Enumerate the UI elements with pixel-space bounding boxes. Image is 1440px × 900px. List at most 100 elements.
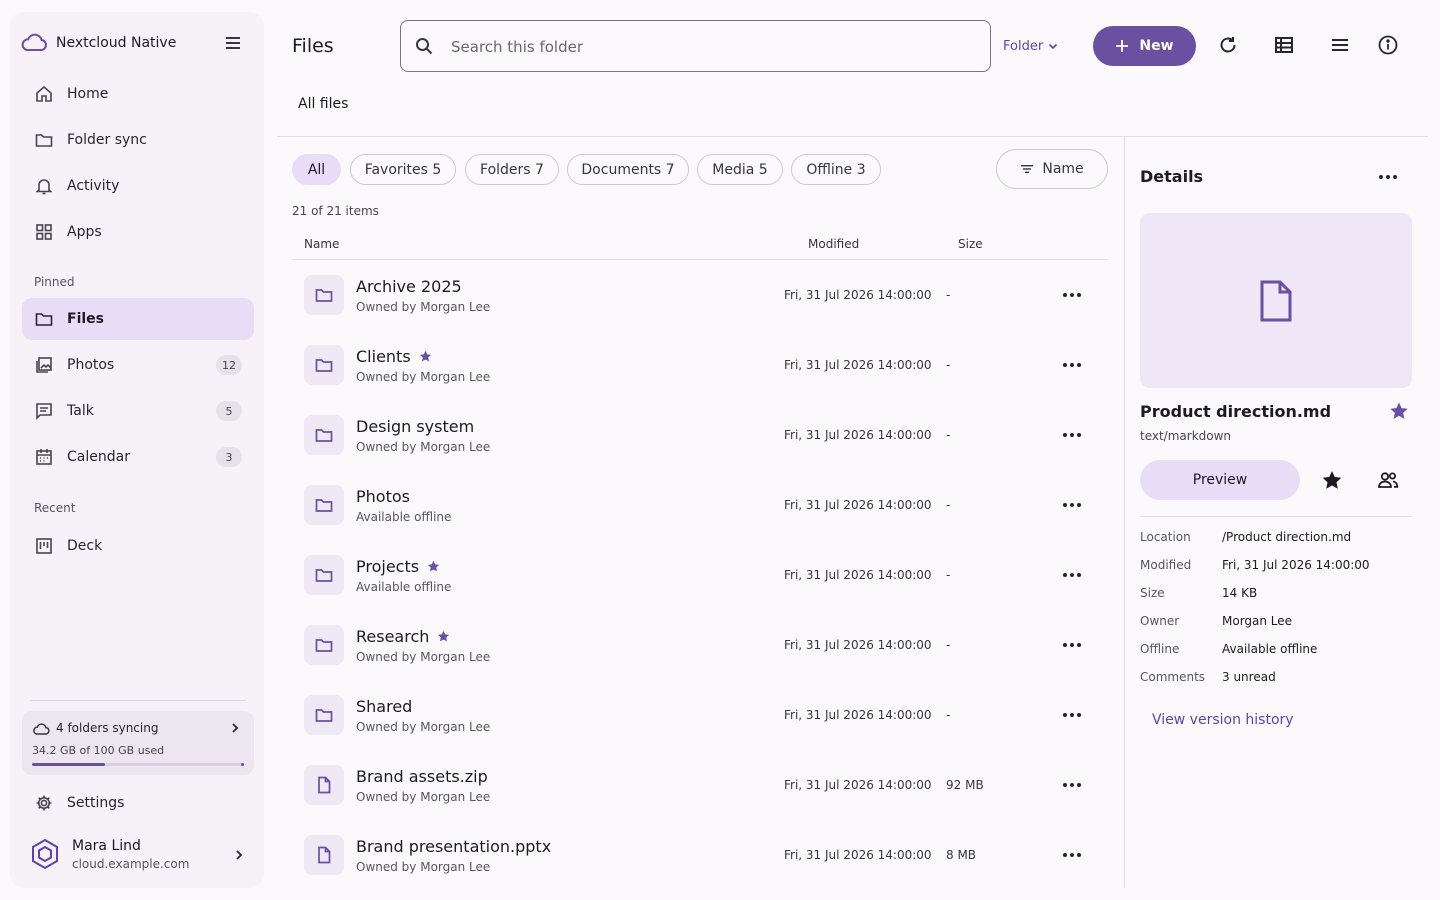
- deck-icon: [34, 536, 54, 556]
- storage-usage-text: 34.2 GB of 100 GB used: [32, 744, 165, 757]
- nav-files[interactable]: Files: [22, 298, 254, 340]
- nav-label: Calendar: [67, 449, 130, 465]
- nav-apps[interactable]: Apps: [22, 211, 254, 253]
- refresh-icon[interactable]: [1217, 34, 1239, 56]
- sync-status-card[interactable]: 4 folders syncing 34.2 GB of 100 GB used: [22, 711, 254, 775]
- settings-link[interactable]: Settings: [22, 782, 254, 824]
- nav-activity[interactable]: Activity: [22, 165, 254, 207]
- file-name: Brand assets.zip: [356, 767, 488, 786]
- file-subtitle: Owned by Morgan Lee: [356, 370, 491, 384]
- filter-chip-favorites[interactable]: Favorites 5: [350, 154, 456, 185]
- table-row[interactable]: Shared Owned by Morgan Lee Fri, 31 Jul 202…: [292, 680, 1108, 750]
- file-size: -: [946, 428, 951, 442]
- file-preview-thumbnail: [1140, 213, 1412, 388]
- nav-label: Home: [67, 86, 109, 102]
- photos-count-badge: 12: [216, 355, 242, 375]
- filter-chip-documents[interactable]: Documents 7: [567, 154, 689, 185]
- folder-icon: [304, 555, 344, 595]
- gear-icon: [34, 793, 54, 813]
- file-size: -: [946, 288, 951, 302]
- file-name: Photos: [356, 487, 410, 506]
- version-history-link[interactable]: View version history: [1152, 712, 1294, 728]
- account-switcher[interactable]: Mara Lind cloud.example.com: [22, 832, 254, 880]
- table-row[interactable]: Clients Owned by Morgan Lee Fri, 31 Jul 20…: [292, 330, 1108, 400]
- file-size: -: [946, 638, 951, 652]
- file-modified: Fri, 31 Jul 2026 14:00:00: [784, 568, 932, 582]
- more-options-icon[interactable]: [1376, 166, 1400, 188]
- more-options-icon[interactable]: [1060, 564, 1084, 586]
- new-button[interactable]: New: [1093, 26, 1196, 66]
- file-name-cell: Clients: [356, 347, 432, 366]
- file-subtitle: Available offline: [356, 510, 452, 524]
- table-row[interactable]: Archive 2025 Owned by Morgan Lee Fri, 31 J…: [292, 260, 1108, 330]
- filter-chip-all[interactable]: All: [292, 154, 341, 185]
- search-scope-dropdown[interactable]: Folder: [1003, 34, 1059, 58]
- table-row[interactable]: Brand assets.zip Owned by Morgan Lee Fri, …: [292, 750, 1108, 820]
- more-options-icon[interactable]: [1060, 774, 1084, 796]
- nav-folder-sync[interactable]: Folder sync: [22, 119, 254, 161]
- list-view-icon[interactable]: [1329, 34, 1351, 56]
- page-title: Files: [292, 35, 334, 57]
- table-row[interactable]: Research Owned by Morgan Lee Fri, 31 Jul 2…: [292, 610, 1108, 680]
- favorite-star-icon[interactable]: [1389, 401, 1409, 421]
- table-view-icon[interactable]: [1273, 34, 1295, 56]
- folder-icon: [304, 345, 344, 385]
- nav-label: Apps: [67, 224, 102, 240]
- more-options-icon[interactable]: [1060, 354, 1084, 376]
- more-options-icon[interactable]: [1060, 424, 1084, 446]
- file-name: Clients: [356, 347, 411, 366]
- filter-chip-folders[interactable]: Folders 7: [465, 154, 559, 185]
- more-options-icon[interactable]: [1060, 704, 1084, 726]
- sort-label: Name: [1042, 161, 1084, 177]
- more-options-icon[interactable]: [1060, 844, 1084, 866]
- file-size: -: [946, 708, 951, 722]
- table-row[interactable]: Design system Owned by Morgan Lee Fri, 31 …: [292, 400, 1108, 470]
- chat-icon: [34, 401, 54, 421]
- filter-chip-offline[interactable]: Offline 3: [791, 154, 881, 185]
- table-row[interactable]: Projects Available offline Fri, 31 Jul 202…: [292, 540, 1108, 610]
- more-options-icon[interactable]: [1060, 634, 1084, 656]
- info-icon[interactable]: [1377, 34, 1399, 56]
- file-subtitle: Owned by Morgan Lee: [356, 300, 491, 314]
- file-modified: Fri, 31 Jul 2026 14:00:00: [784, 358, 932, 372]
- file-name-cell: Archive 2025: [356, 277, 462, 296]
- search-box[interactable]: [400, 20, 991, 72]
- nav-talk[interactable]: Talk 5: [22, 390, 254, 432]
- nav-home[interactable]: Home: [22, 73, 254, 115]
- hamburger-menu-icon[interactable]: [222, 32, 244, 54]
- column-header-modified[interactable]: Modified: [808, 237, 859, 251]
- column-header-size[interactable]: Size: [958, 237, 983, 251]
- nav-label: Files: [67, 311, 104, 327]
- nav-label: Talk: [67, 403, 94, 419]
- nav-calendar[interactable]: Calendar 3: [22, 436, 254, 478]
- filter-chip-media[interactable]: Media 5: [697, 154, 783, 185]
- sync-status-text: 4 folders syncing: [56, 721, 159, 735]
- table-row[interactable]: Photos Available offline Fri, 31 Jul 2026 …: [292, 470, 1108, 540]
- pinned-heading: Pinned: [34, 275, 75, 289]
- file-subtitle: Available offline: [356, 580, 452, 594]
- avatar: [30, 838, 60, 870]
- nav-photos[interactable]: Photos 12: [22, 344, 254, 386]
- sort-button[interactable]: Name: [996, 149, 1108, 189]
- file-name: Projects: [356, 557, 420, 576]
- share-people-icon[interactable]: [1377, 469, 1399, 491]
- search-input[interactable]: [451, 35, 971, 59]
- more-options-icon[interactable]: [1060, 494, 1084, 516]
- column-header-name[interactable]: Name: [304, 237, 339, 251]
- details-file-name: Product direction.md: [1140, 402, 1332, 421]
- folder-icon: [304, 485, 344, 525]
- file-icon: [304, 765, 344, 805]
- preview-button[interactable]: Preview: [1140, 460, 1300, 500]
- nav-deck[interactable]: Deck: [22, 525, 254, 567]
- prop-modified-value: Fri, 31 Jul 2026 14:00:00: [1222, 558, 1370, 572]
- favorite-star-icon: [427, 560, 440, 573]
- plus-icon: [1115, 39, 1129, 53]
- nav-label: Folder sync: [67, 132, 147, 148]
- file-modified: Fri, 31 Jul 2026 14:00:00: [784, 288, 932, 302]
- more-options-icon[interactable]: [1060, 284, 1084, 306]
- breadcrumb[interactable]: All files: [298, 96, 348, 112]
- file-modified: Fri, 31 Jul 2026 14:00:00: [784, 428, 932, 442]
- recent-heading: Recent: [34, 501, 76, 515]
- favorite-toggle-icon[interactable]: [1321, 469, 1343, 491]
- table-row[interactable]: Brand presentation.pptx Owned by Morgan L…: [292, 820, 1108, 890]
